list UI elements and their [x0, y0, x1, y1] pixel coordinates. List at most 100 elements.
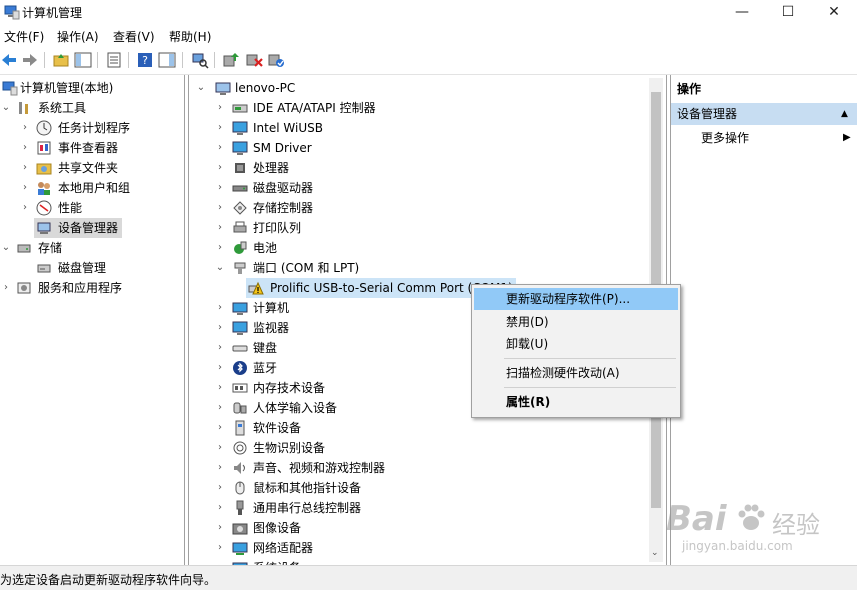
chevron-right-icon[interactable]: › — [214, 158, 226, 178]
chevron-right-icon[interactable]: › — [214, 518, 226, 538]
uninstall-device-icon[interactable] — [245, 51, 263, 69]
menu-item-properties[interactable]: 属性(R) — [474, 391, 678, 413]
scroll-down-icon[interactable]: ⌄ — [651, 548, 659, 558]
update-driver-icon[interactable] — [222, 51, 240, 69]
chevron-right-icon[interactable]: › — [214, 458, 226, 478]
tree-item-root[interactable]: 计算机管理(本地) — [0, 78, 184, 98]
device-group-item[interactable]: › 图像设备 — [195, 518, 635, 538]
port-icon — [234, 262, 246, 274]
chevron-down-icon[interactable]: ⌄ — [214, 258, 226, 278]
device-group-item[interactable]: › 通用串行总线控制器 — [195, 498, 635, 518]
up-folder-icon[interactable] — [52, 51, 70, 69]
collapse-up-icon[interactable]: ▲ — [841, 103, 848, 125]
device-group-item[interactable]: › Intel WiUSB — [195, 118, 635, 138]
menu-item-uninstall[interactable]: 卸载(U) — [474, 333, 678, 355]
chevron-right-icon[interactable]: › — [0, 278, 12, 298]
more-actions[interactable]: 更多操作 ▶ — [671, 127, 857, 149]
context-menu: 更新驱动程序软件(P)... 禁用(D) 卸载(U) 扫描检测硬件改动(A) 属… — [471, 284, 681, 418]
menu-action[interactable]: 操作(A) — [57, 28, 99, 45]
chevron-right-icon[interactable]: › — [19, 198, 31, 218]
chevron-right-icon[interactable]: › — [214, 178, 226, 198]
menu-item-scan[interactable]: 扫描检测硬件改动(A) — [474, 362, 678, 384]
tree-item-disk-management[interactable]: 磁盘管理 — [0, 258, 184, 278]
chevron-right-icon[interactable]: › — [214, 338, 226, 358]
scan-hardware-icon[interactable] — [191, 51, 209, 69]
chevron-right-icon[interactable]: › — [214, 298, 226, 318]
software-device-icon — [235, 420, 245, 436]
tree-label: 计算机 — [253, 301, 290, 315]
tree-item-performance[interactable]: › 性能 — [0, 198, 184, 218]
minimize-button[interactable]: — — [719, 0, 765, 24]
chevron-right-icon[interactable]: › — [214, 378, 226, 398]
menu-bar: 文件(F) 操作(A) 查看(V) 帮助(H) — [0, 24, 857, 46]
help-icon[interactable]: ? — [136, 51, 154, 69]
chevron-right-icon[interactable]: › — [214, 118, 226, 138]
chevron-right-icon[interactable]: › — [214, 478, 226, 498]
chevron-right-icon[interactable]: › — [214, 238, 226, 258]
tree-item-device-manager[interactable]: 设备管理器 — [34, 218, 122, 238]
action-pane-icon[interactable] — [158, 51, 176, 69]
chevron-down-icon[interactable]: ⌄ — [195, 78, 207, 98]
menu-item-disable[interactable]: 禁用(D) — [474, 311, 678, 333]
menu-file[interactable]: 文件(F) — [4, 28, 44, 45]
chevron-right-icon[interactable]: › — [214, 438, 226, 458]
close-button[interactable]: ✕ — [811, 0, 857, 24]
back-icon[interactable] — [0, 51, 18, 69]
chevron-right-icon[interactable]: › — [214, 98, 226, 118]
disk-drive-icon — [232, 185, 248, 192]
chevron-right-icon[interactable]: › — [214, 358, 226, 378]
chevron-right-icon[interactable]: › — [19, 118, 31, 138]
tree-item-event-viewer[interactable]: › 事件查看器 — [0, 138, 184, 158]
device-tree-root[interactable]: ⌄ lenovo-PC — [195, 78, 635, 98]
device-group-item[interactable]: › 处理器 — [195, 158, 635, 178]
chevron-down-icon[interactable]: ⌄ — [0, 98, 12, 118]
device-group-item[interactable]: › 声音、视频和游戏控制器 — [195, 458, 635, 478]
actions-section-device-manager[interactable]: 设备管理器 ▲ — [671, 103, 857, 125]
device-group-item[interactable]: › 网络适配器 — [195, 538, 635, 558]
menu-item-update-driver[interactable]: 更新驱动程序软件(P)... — [474, 288, 678, 310]
chevron-right-icon[interactable]: › — [214, 218, 226, 238]
enable-device-icon[interactable] — [267, 51, 285, 69]
chevron-right-icon[interactable]: › — [19, 178, 31, 198]
device-group-item[interactable]: › IDE ATA/ATAPI 控制器 — [195, 98, 635, 118]
properties-icon[interactable] — [105, 51, 123, 69]
tree-label: 键盘 — [253, 341, 278, 355]
tree-item-local-users[interactable]: › 本地用户和组 — [0, 178, 184, 198]
device-group-item[interactable]: › 电池 — [195, 238, 635, 258]
chevron-right-icon[interactable]: › — [214, 498, 226, 518]
device-group-ports[interactable]: ⌄ 端口 (COM 和 LPT) — [195, 258, 635, 278]
tree-label: 端口 (COM 和 LPT) — [253, 261, 360, 275]
show-hide-tree-icon[interactable] — [74, 51, 92, 69]
device-group-item[interactable]: › 软件设备 — [195, 418, 635, 438]
tree-label: Intel WiUSB — [253, 121, 323, 135]
chevron-right-icon[interactable]: › — [214, 418, 226, 438]
tree-item-system-tools[interactable]: ⌄ 系统工具 — [0, 98, 184, 118]
chevron-right-icon[interactable]: › — [214, 138, 226, 158]
chevron-right-icon[interactable]: › — [19, 138, 31, 158]
maximize-button[interactable]: ☐ — [765, 0, 811, 24]
monitor-icon — [232, 141, 248, 155]
watermark-brand: Bai — [666, 499, 727, 539]
forward-icon[interactable] — [21, 51, 39, 69]
device-group-item[interactable]: › 磁盘驱动器 — [195, 178, 635, 198]
menu-help[interactable]: 帮助(H) — [169, 28, 211, 45]
sound-icon — [234, 462, 245, 474]
device-group-item[interactable]: › 生物识别设备 — [195, 438, 635, 458]
tree-item-task-scheduler[interactable]: › 任务计划程序 — [0, 118, 184, 138]
tree-item-services[interactable]: › 服务和应用程序 — [0, 278, 184, 298]
chevron-right-icon[interactable]: › — [19, 158, 31, 178]
device-group-item[interactable]: › 打印队列 — [195, 218, 635, 238]
chevron-right-icon[interactable]: › — [214, 198, 226, 218]
tree-label: 声音、视频和游戏控制器 — [253, 461, 386, 475]
shared-folder-icon — [36, 163, 52, 175]
chevron-right-icon[interactable]: › — [214, 318, 226, 338]
chevron-down-icon[interactable]: ⌄ — [0, 238, 12, 258]
tree-item-shared-folders[interactable]: › 共享文件夹 — [0, 158, 184, 178]
tree-item-storage[interactable]: ⌄ 存储 — [0, 238, 184, 258]
chevron-right-icon[interactable]: › — [214, 538, 226, 558]
chevron-right-icon[interactable]: › — [214, 398, 226, 418]
device-group-item[interactable]: › 鼠标和其他指针设备 — [195, 478, 635, 498]
device-group-item[interactable]: › SM Driver — [195, 138, 635, 158]
menu-view[interactable]: 查看(V) — [113, 28, 155, 45]
device-group-item[interactable]: › 存储控制器 — [195, 198, 635, 218]
